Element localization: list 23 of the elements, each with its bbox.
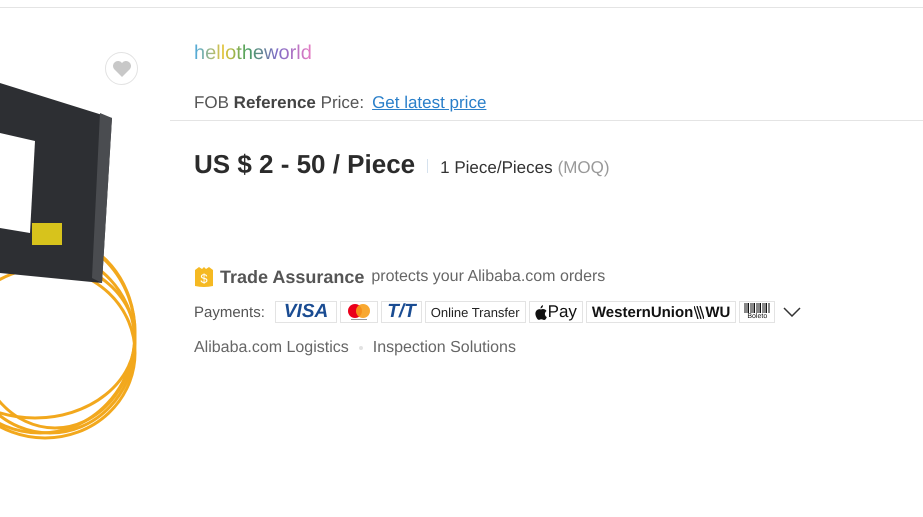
- moq-label: (MOQ): [558, 158, 610, 178]
- apple-icon: [534, 304, 547, 320]
- tt-logo: T/T: [381, 301, 422, 323]
- moq-quantity: 1 Piece/Pieces: [440, 158, 553, 178]
- western-union-text: WesternUnion: [592, 304, 694, 320]
- mastercard-logo: [340, 301, 378, 323]
- visa-logo: VISA: [274, 301, 338, 323]
- shield-dollar-icon: $: [194, 266, 214, 288]
- stripes-icon: [694, 306, 704, 318]
- payments-label: Payments:: [194, 304, 265, 320]
- apple-pay-text: Pay: [548, 302, 577, 322]
- reference-price-label: FOB Reference Price:: [194, 93, 364, 113]
- get-latest-price-link[interactable]: Get latest price: [372, 93, 486, 113]
- barcode-icon: [744, 303, 770, 313]
- payment-method: Online Transfer: [424, 301, 526, 323]
- trade-assurance-text: protects your Alibaba.com orders: [371, 268, 606, 286]
- service-link[interactable]: Alibaba.com Logistics: [194, 339, 349, 357]
- price-range: US $ 2 - 50 / Piece: [194, 149, 416, 180]
- heart-icon: [112, 60, 132, 78]
- service-link[interactable]: Inspection Solutions: [372, 339, 516, 357]
- wu-mark: WU: [705, 304, 730, 320]
- trade-assurance-title: Trade Assurance: [220, 266, 364, 288]
- chevron-down-icon[interactable]: [783, 307, 802, 317]
